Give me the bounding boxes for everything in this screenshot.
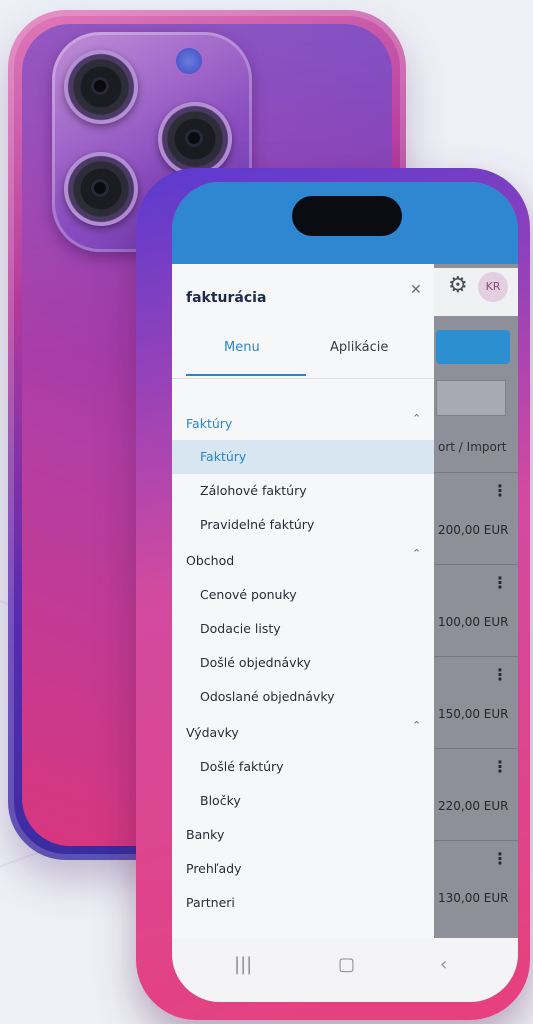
menu-item-pravidelne-faktury[interactable]: Pravidelné faktúry	[200, 517, 314, 532]
camera-lens-icon	[64, 152, 138, 226]
chevron-up-icon[interactable]: ⌃	[412, 412, 421, 425]
invoice-amount: 100,00 EUR	[438, 615, 509, 629]
camera-lens-icon	[64, 50, 138, 124]
back-icon[interactable]: ‹	[440, 954, 447, 975]
close-icon[interactable]: ✕	[410, 282, 422, 298]
phone-screen: ⚙ KR ort / Import ⋮ 200,00 EUR ⋮ 100,00 …	[172, 182, 518, 1002]
flash-icon	[176, 48, 202, 74]
menu-item-dosle-faktury[interactable]: Došlé faktúry	[200, 759, 284, 774]
invoice-amount: 130,00 EUR	[438, 891, 509, 905]
primary-action-button[interactable]	[436, 330, 510, 364]
divider	[172, 378, 434, 379]
invoice-amount: 150,00 EUR	[438, 707, 509, 721]
home-icon[interactable]: ▢	[338, 954, 355, 975]
menu-item-cenove-ponuky[interactable]: Cenové ponuky	[200, 587, 297, 602]
chevron-up-icon[interactable]: ⌃	[412, 719, 421, 732]
menu-item-faktury[interactable]: Faktúry	[200, 449, 246, 464]
tab-menu[interactable]: Menu	[224, 340, 260, 355]
menu-item-blocky[interactable]: Bločky	[200, 793, 241, 808]
menu-section-obchod[interactable]: Obchod	[186, 553, 234, 568]
menu-item-banky[interactable]: Banky	[186, 827, 224, 842]
menu-item-odoslane-objednavky[interactable]: Odoslané objednávky	[200, 689, 335, 704]
gear-icon[interactable]: ⚙	[448, 274, 472, 298]
invoice-row[interactable]: ⋮ 130,00 EUR	[434, 840, 518, 931]
menu-item-musle-objednavky[interactable]: Došlé objednávky	[200, 655, 311, 670]
menu-item-zalohove-faktury[interactable]: Zálohové faktúry	[200, 483, 307, 498]
dynamic-island	[292, 196, 402, 236]
menu-item-dodacie-listy[interactable]: Dodacie listy	[200, 621, 281, 636]
invoice-amount: 200,00 EUR	[438, 523, 509, 537]
more-icon[interactable]: ⋮	[492, 849, 508, 868]
menu-item-partneri[interactable]: Partneri	[186, 895, 235, 910]
invoice-row[interactable]: ⋮ 220,00 EUR	[434, 748, 518, 839]
brand-logo: fakturácia	[186, 290, 267, 306]
menu-section-faktury[interactable]: Faktúry	[186, 416, 232, 431]
more-icon[interactable]: ⋮	[492, 481, 508, 500]
invoice-row[interactable]: ⋮ 100,00 EUR	[434, 564, 518, 655]
more-icon[interactable]: ⋮	[492, 757, 508, 776]
export-import-link[interactable]: ort / Import	[438, 440, 506, 454]
more-icon[interactable]: ⋮	[492, 573, 508, 592]
camera-lens-icon	[158, 102, 232, 176]
invoice-row[interactable]: ⋮ 150,00 EUR	[434, 656, 518, 747]
more-icon[interactable]: ⋮	[492, 665, 508, 684]
chevron-up-icon[interactable]: ⌃	[412, 547, 421, 560]
recent-apps-icon[interactable]: |||	[234, 954, 252, 975]
menu-section-vydavky[interactable]: Výdavky	[186, 725, 239, 740]
search-input[interactable]	[436, 380, 506, 416]
invoice-amount: 220,00 EUR	[438, 799, 509, 813]
menu-item-prehlady[interactable]: Prehľady	[186, 861, 241, 876]
active-tab-indicator	[186, 374, 306, 376]
invoice-row[interactable]: ⋮ 200,00 EUR	[434, 472, 518, 563]
navigation-drawer: fakturácia ✕ Menu Aplikácie Faktúry ⌃ Fa…	[172, 264, 434, 938]
tab-aplikacie[interactable]: Aplikácie	[330, 340, 388, 355]
avatar[interactable]: KR	[478, 272, 508, 302]
